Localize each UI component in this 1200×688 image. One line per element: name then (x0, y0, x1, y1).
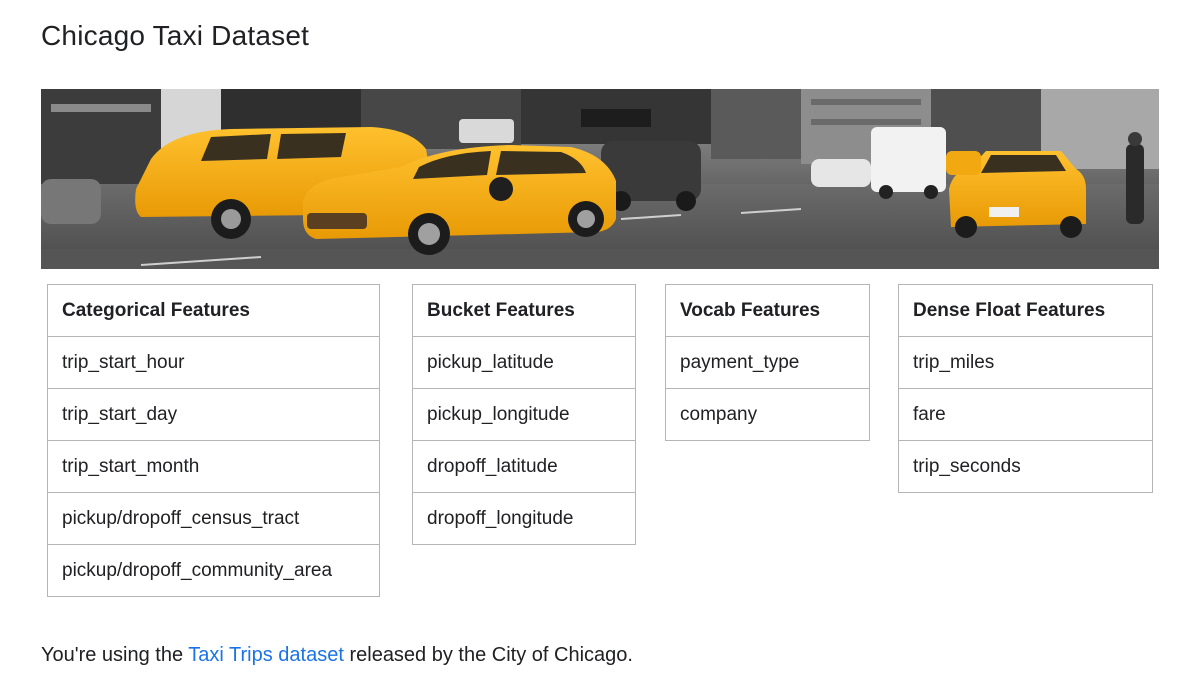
table-row: fare (898, 388, 1153, 441)
feature-cell: pickup_latitude (412, 336, 636, 389)
feature-cell: trip_miles (898, 336, 1153, 389)
categorical-features-table: Categorical Features trip_start_hour tri… (47, 284, 380, 597)
feature-cell: trip_start_hour (47, 336, 380, 389)
table-row: pickup_longitude (412, 388, 636, 441)
dense-float-features-header: Dense Float Features (898, 284, 1153, 337)
feature-cell: dropoff_latitude (412, 440, 636, 493)
feature-cell: fare (898, 388, 1153, 441)
footer-prefix: You're using the (41, 644, 189, 666)
table-row: trip_miles (898, 336, 1153, 389)
feature-cell: pickup/dropoff_community_area (47, 544, 380, 597)
table-row: payment_type (665, 336, 870, 389)
taxi-trips-dataset-link[interactable]: Taxi Trips dataset (188, 644, 344, 666)
table-row: trip_start_day (47, 388, 380, 441)
feature-cell: company (665, 388, 870, 441)
footer-suffix: released by the City of Chicago. (343, 644, 633, 666)
bucket-features-header: Bucket Features (412, 284, 636, 337)
footer-text: You're using the Taxi Trips dataset rele… (41, 644, 633, 667)
feature-cell: pickup_longitude (412, 388, 636, 441)
feature-cell: trip_start_day (47, 388, 380, 441)
feature-cell: trip_start_month (47, 440, 380, 493)
table-row: pickup/dropoff_census_tract (47, 492, 380, 545)
vocab-features-header: Vocab Features (665, 284, 870, 337)
taxi-street-photo (41, 89, 1159, 269)
table-row: dropoff_longitude (412, 492, 636, 545)
bucket-features-table: Bucket Features pickup_latitude pickup_l… (412, 284, 636, 545)
table-row: pickup/dropoff_community_area (47, 544, 380, 597)
table-row: trip_seconds (898, 440, 1153, 493)
categorical-features-header: Categorical Features (47, 284, 380, 337)
table-row: trip_start_month (47, 440, 380, 493)
table-row: trip_start_hour (47, 336, 380, 389)
table-row: company (665, 388, 870, 441)
vocab-features-table: Vocab Features payment_type company (665, 284, 870, 441)
feature-cell: trip_seconds (898, 440, 1153, 493)
table-row: dropoff_latitude (412, 440, 636, 493)
feature-cell: pickup/dropoff_census_tract (47, 492, 380, 545)
hero-image (41, 89, 1159, 269)
feature-cell: dropoff_longitude (412, 492, 636, 545)
page-title: Chicago Taxi Dataset (41, 20, 310, 51)
dense-float-features-table: Dense Float Features trip_miles fare tri… (898, 284, 1153, 493)
feature-cell: payment_type (665, 336, 870, 389)
table-row: pickup_latitude (412, 336, 636, 389)
